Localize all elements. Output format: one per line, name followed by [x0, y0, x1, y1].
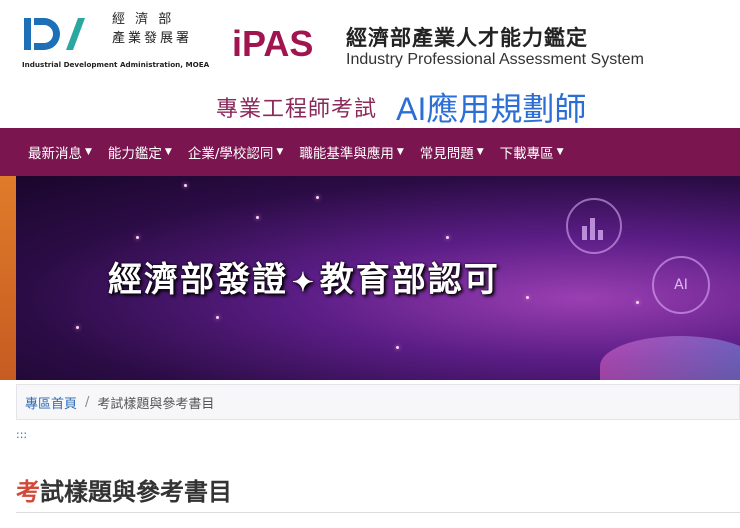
- banner-text-right: 教育部認可: [319, 260, 500, 300]
- caret-down-icon: ▼: [164, 147, 172, 157]
- star-icon: [216, 316, 219, 319]
- nav-item-label: 下載專區: [499, 146, 554, 162]
- title-divider: [16, 512, 740, 513]
- nav-item-label: 常見問題: [419, 146, 474, 162]
- ida-logo-icon[interactable]: [22, 14, 92, 56]
- banner-side-accent: [0, 176, 16, 380]
- hero-banner[interactable]: 經濟部發證 ✦ 教育部認可 AI: [0, 176, 740, 380]
- ai-badge-text: AI: [674, 277, 688, 293]
- nav-item-faq[interactable]: 常見問題 ▼: [420, 142, 484, 162]
- star-icon: [636, 301, 639, 304]
- nav-item-competency[interactable]: 職能基準與應用 ▼: [299, 142, 403, 162]
- star-icon: [256, 216, 259, 219]
- caret-down-icon: ▼: [276, 147, 284, 157]
- nav-item-news[interactable]: 最新消息 ▼: [28, 142, 92, 162]
- ipas-logo-icon[interactable]: iPAS: [232, 20, 332, 66]
- caret-down-icon: ▼: [85, 147, 92, 157]
- star-icon: [184, 184, 187, 187]
- caret-down-icon: ▼: [556, 147, 564, 157]
- breadcrumb-current: 考試樣題與參考書目: [97, 396, 215, 412]
- nav-item-label: 企業/學校認同: [187, 146, 274, 162]
- page-title-rest: 試樣題與參考書目: [40, 478, 232, 506]
- breadcrumb: 專區首頁 / 考試樣題與參考書目: [16, 384, 740, 420]
- nav-item-label: 職能基準與應用: [299, 146, 394, 162]
- breadcrumb-home-link[interactable]: 專區首頁: [25, 393, 77, 412]
- star-icon: [526, 296, 529, 299]
- banner-slogan: 經濟部發證 ✦ 教育部認可: [108, 252, 500, 301]
- nav-item-downloads[interactable]: 下載專區 ▼: [500, 142, 564, 162]
- page-title-first-char: 考: [16, 478, 40, 506]
- site-header: 經 濟 部 產業發展署 Industrial Development Admin…: [0, 0, 740, 128]
- nav-item-endorsement[interactable]: 企業/學校認同 ▼: [188, 142, 283, 162]
- sparkle-icon: ✦: [292, 268, 316, 298]
- star-icon: [76, 326, 79, 329]
- ida-name-zh: 經 濟 部 產業發展署: [112, 10, 192, 48]
- caret-down-icon: ▼: [396, 147, 404, 157]
- exam-title: 專業工程師考試 AI應用規劃師: [216, 84, 586, 130]
- chart-icon: [566, 198, 622, 254]
- breadcrumb-separator: /: [85, 394, 90, 410]
- star-icon: [446, 236, 449, 239]
- ipas-logo-text: iPAS: [232, 23, 313, 64]
- accesskey-link[interactable]: :::: [16, 428, 27, 441]
- exam-label: 專業工程師考試: [216, 97, 378, 122]
- caret-down-icon: ▼: [476, 147, 484, 157]
- ai-bulb-icon: AI: [652, 256, 710, 314]
- main-nav: 最新消息 ▼ 能力鑑定 ▼ 企業/學校認同 ▼ 職能基準與應用 ▼ 常見問題 ▼ 下載專區…: [0, 128, 740, 176]
- ida-name-line2: 產業發展署: [112, 31, 193, 46]
- nav-item-assessment[interactable]: 能力鑑定 ▼: [108, 142, 172, 162]
- star-icon: [136, 236, 139, 239]
- nav-item-label: 能力鑑定: [107, 146, 162, 162]
- exam-subject: AI應用規劃師: [396, 91, 587, 127]
- ipas-name-zh: 經濟部產業人才能力鑑定: [346, 26, 588, 50]
- banner-text-left: 經濟部發證: [108, 260, 288, 300]
- nav-item-label: 最新消息: [28, 146, 82, 162]
- ipas-name-en: Industry Professional Assessment System: [346, 51, 644, 68]
- star-icon: [396, 346, 399, 349]
- ida-name-en: Industrial Development Administration, M…: [22, 60, 210, 69]
- page-title: 考試樣題與參考書目: [16, 472, 232, 507]
- star-icon: [316, 196, 319, 199]
- ida-name-line1: 經 濟 部: [112, 12, 175, 27]
